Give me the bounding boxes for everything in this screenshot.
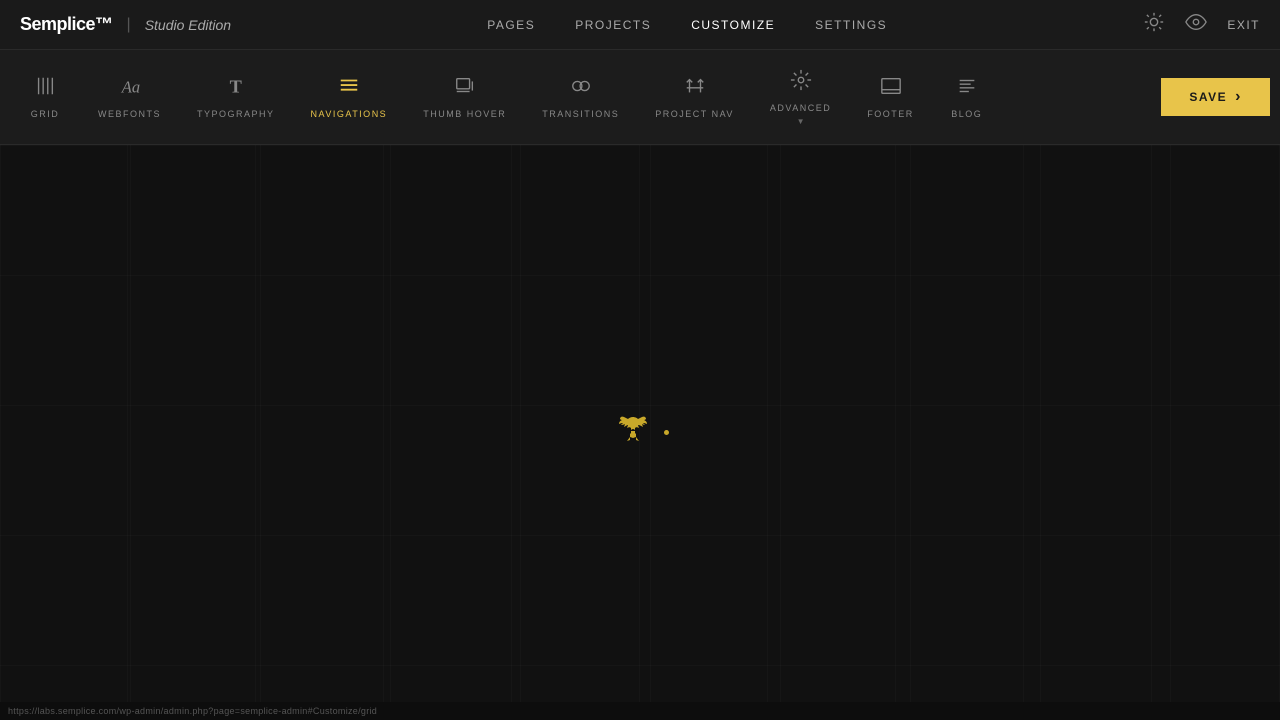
transitions-icon (570, 75, 592, 101)
project-nav-label: PROJECT NAV (655, 109, 734, 119)
toolbar-navigations[interactable]: NAVIGATIONS (293, 67, 406, 127)
toolbar-footer[interactable]: FOOTER (849, 67, 932, 127)
transitions-label: TRANSITIONS (542, 109, 619, 119)
footer-label: FOOTER (867, 109, 914, 119)
main-canvas (0, 145, 1280, 720)
brand-logo: Semplice™ (20, 14, 113, 35)
loading-indicator (664, 430, 669, 435)
nav-projects[interactable]: PROJECTS (575, 18, 651, 32)
svg-text:Aa: Aa (120, 77, 139, 96)
typography-label: TYPOGRAPHY (197, 109, 275, 119)
bg-col-4 (384, 145, 512, 720)
bg-col-8 (896, 145, 1024, 720)
logo-area: Semplice™ | Studio Edition (20, 14, 231, 35)
nav-settings[interactable]: SETTINGS (815, 18, 887, 32)
bg-col-1 (0, 145, 128, 720)
typography-icon: T (225, 75, 247, 101)
save-button[interactable]: SAVE › (1161, 78, 1270, 116)
advanced-label: ADVANCED (770, 103, 831, 113)
customize-toolbar: GRID Aa WEBFONTS T TYPOGRAPHY NAVIGATION… (0, 50, 1280, 145)
blog-icon (956, 75, 978, 101)
grid-icon (34, 75, 56, 101)
svg-text:T: T (229, 76, 241, 96)
toolbar-thumb-hover[interactable]: THUMB HOVER (405, 67, 524, 127)
exit-button[interactable]: EXIT (1227, 18, 1260, 32)
center-logo (612, 409, 669, 457)
logo-separator: | (127, 16, 131, 34)
advanced-dropdown-arrow: ▼ (797, 117, 805, 126)
bg-col-7 (768, 145, 896, 720)
save-arrow-icon: › (1235, 88, 1242, 106)
bg-col-3 (256, 145, 384, 720)
grid-label: GRID (31, 109, 60, 119)
eye-icon[interactable] (1185, 11, 1207, 38)
webfonts-label: WEBFONTS (98, 109, 161, 119)
toolbar-grid[interactable]: GRID (10, 67, 80, 127)
edition-label: Studio Edition (145, 17, 231, 33)
toolbar-blog[interactable]: BLOG (932, 67, 1002, 127)
status-bar: https://labs.semplice.com/wp-admin/admin… (0, 702, 1280, 720)
top-nav-right: EXIT (1143, 11, 1260, 38)
toolbar-project-nav[interactable]: PROJECT NAV (637, 67, 752, 127)
sun-icon[interactable] (1143, 11, 1165, 38)
toolbar-webfonts[interactable]: Aa WEBFONTS (80, 67, 179, 127)
bg-col-2 (128, 145, 256, 720)
toolbar-transitions[interactable]: TRANSITIONS (524, 67, 637, 127)
advanced-icon (790, 69, 812, 95)
eagle-icon (612, 409, 654, 457)
nav-pages[interactable]: PAGES (487, 18, 535, 32)
thumb-hover-icon (454, 75, 476, 101)
save-label: SAVE (1189, 90, 1227, 104)
webfonts-icon: Aa (119, 75, 141, 101)
blog-label: BLOG (951, 109, 982, 119)
nav-customize[interactable]: CUSTOMIZE (691, 18, 775, 32)
toolbar-typography[interactable]: T TYPOGRAPHY (179, 67, 293, 127)
main-nav: PAGES PROJECTS CUSTOMIZE SETTINGS (487, 18, 887, 32)
project-nav-icon (684, 75, 706, 101)
toolbar-advanced[interactable]: ADVANCED ▼ (752, 61, 849, 134)
thumb-hover-label: THUMB HOVER (423, 109, 506, 119)
navigations-label: NAVIGATIONS (311, 109, 388, 119)
status-url: https://labs.semplice.com/wp-admin/admin… (8, 706, 377, 716)
top-navigation: Semplice™ | Studio Edition PAGES PROJECT… (0, 0, 1280, 50)
footer-icon (880, 75, 902, 101)
navigations-icon (338, 75, 360, 101)
bg-col-10 (1152, 145, 1280, 720)
bg-col-9 (1024, 145, 1152, 720)
